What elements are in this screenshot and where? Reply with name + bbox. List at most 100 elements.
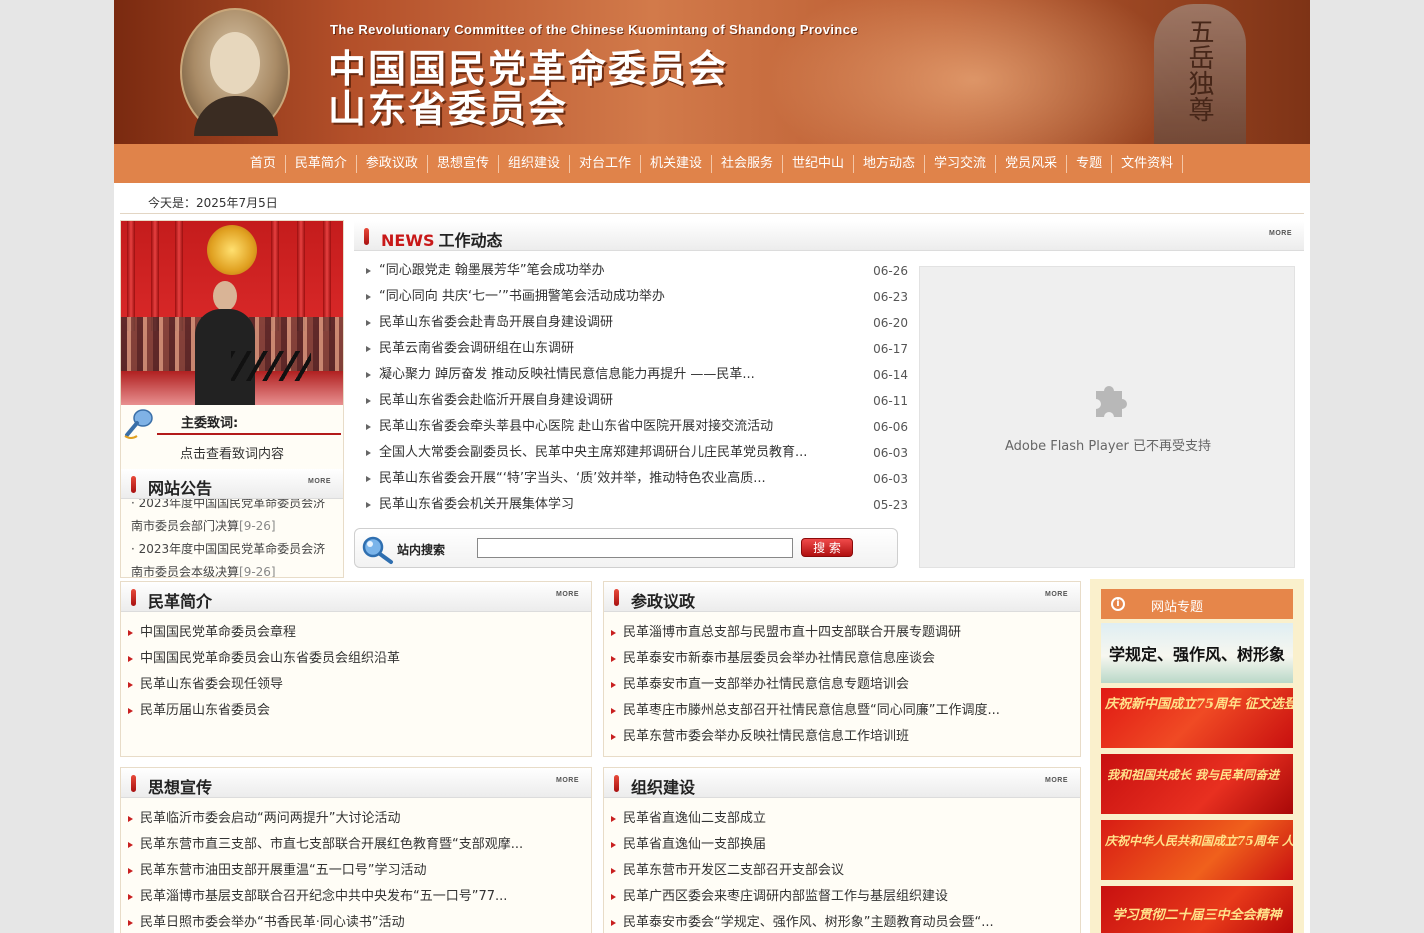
list-item[interactable]: 民革东营市开发区二支部召开支部会议	[608, 858, 1068, 884]
nav-item-org[interactable]: 组织建设	[499, 154, 570, 173]
topic-banner[interactable]: 学规定、强作风、树形象	[1101, 623, 1293, 683]
topic-banner[interactable]: 学习贯彻二十届三中全会精神	[1101, 886, 1293, 933]
site-search: 站内搜索 搜 索	[354, 528, 898, 568]
notice-more-link[interactable]: MORE	[308, 478, 331, 485]
bullet-arrow-icon	[366, 398, 371, 404]
search-button[interactable]: 搜 索	[801, 538, 853, 557]
notice-title: 网站公告	[148, 479, 213, 498]
notice-item[interactable]: · 2023年度中国国民党革命委员会济南市委员会部门决算[9-26]	[131, 499, 331, 538]
nav-item-office[interactable]: 机关建设	[641, 154, 712, 173]
chairman-speech: 主委致词:	[121, 406, 343, 442]
thought-header: 思想宣传 MORE	[121, 768, 591, 798]
intro-list: 中国国民党革命委员会章程 中国国民党革命委员会山东省委员会组织沿革 民革山东省委…	[125, 620, 585, 724]
nav-item-topics[interactable]: 专题	[1067, 154, 1113, 173]
news-item-date: 06-26	[873, 264, 908, 278]
notice-item-date: [9-26]	[239, 565, 276, 577]
speech-link[interactable]: 点击查看致词内容	[121, 443, 343, 462]
list-item[interactable]: 民革东营市直三支部、市直七支部联合开展红色教育暨“支部观摩...	[125, 832, 585, 858]
bullet-arrow-icon	[366, 450, 371, 456]
news-item[interactable]: 凝心聚力 踔厉奋发 推动反映社情民意信息能力再提升 ——民革... 06-14	[362, 362, 908, 388]
chairman-photo[interactable]	[121, 221, 343, 405]
header-marker	[614, 589, 619, 606]
news-more-link[interactable]: MORE	[1269, 230, 1292, 237]
nav-item-service[interactable]: 社会服务	[712, 154, 784, 173]
curtain-stripe	[297, 221, 305, 331]
news-item-title: “同心同向 共庆‘七一’”书画拥警笔会活动成功举办	[379, 289, 665, 304]
list-item[interactable]: 民革枣庄市滕州总支部召开社情民意信息暨“同心同廉”工作调度...	[608, 698, 1068, 724]
list-item[interactable]: 中国国民党革命委员会章程	[125, 620, 585, 646]
list-item[interactable]: 民革淄博市直总支部与民盟市直十四支部联合开展专题调研	[608, 620, 1068, 646]
list-item[interactable]: 民革省直逸仙一支部换届	[608, 832, 1068, 858]
list-item[interactable]: 民革淄博市基层支部联合召开纪念中共中央发布“五一口号”77...	[125, 884, 585, 910]
nav-item-study[interactable]: 学习交流	[925, 154, 997, 173]
list-item[interactable]: 民革广西区委会来枣庄调研内部监督工作与基层组织建设	[608, 884, 1068, 910]
politics-title: 参政议政	[631, 592, 696, 611]
topic-banner-text: 学习贯彻二十届三中全会精神	[1112, 908, 1282, 923]
news-item-title: 凝心聚力 踔厉奋发 推动反映社情民意信息能力再提升 ——民革...	[379, 367, 755, 382]
org-more-link[interactable]: MORE	[1045, 777, 1068, 784]
flash-unsupported-message: Adobe Flash Player 已不再受支持	[1004, 439, 1212, 454]
list-item[interactable]: 民革历届山东省委员会	[125, 698, 585, 724]
banner-english-title: The Revolutionary Committee of the Chine…	[330, 22, 858, 37]
topic-banner[interactable]: 庆祝新中国成立75周年 征文选登	[1101, 688, 1293, 748]
news-item-date: 05-23	[873, 498, 908, 512]
news-item-title: 民革山东省委会赴青岛开展自身建设调研	[379, 315, 614, 330]
politics-more-link[interactable]: MORE	[1045, 591, 1068, 598]
curtain-stripe	[127, 221, 135, 331]
today-date: 今天是：2025年7月5日	[148, 196, 278, 210]
list-item[interactable]: 中国国民党革命委员会山东省委员会组织沿革	[125, 646, 585, 672]
nav-item-home[interactable]: 首页	[241, 154, 286, 173]
nav-item-taiwan[interactable]: 对台工作	[570, 154, 641, 173]
news-item[interactable]: 民革山东省委会赴青岛开展自身建设调研 06-20	[362, 310, 908, 336]
notice-item-date: [9-26]	[239, 519, 276, 533]
news-item[interactable]: 民革山东省委会赴临沂开展自身建设调研 06-11	[362, 388, 908, 414]
news-item[interactable]: 民革山东省委会开展“‘特’字当头、‘质’效并举，推动特色农业高质... 06-03	[362, 466, 908, 492]
nav-item-documents[interactable]: 文件资料	[1112, 154, 1184, 173]
intro-more-link[interactable]: MORE	[556, 591, 579, 598]
news-item-date: 06-03	[873, 446, 908, 460]
header-marker	[131, 775, 136, 792]
news-item[interactable]: “同心跟党走 翰墨展芳华”笔会成功举办 06-26	[362, 258, 908, 284]
speech-underline	[157, 433, 341, 435]
search-input[interactable]	[477, 538, 793, 558]
intro-header: 民革简介 MORE	[121, 582, 591, 612]
news-item-date: 06-17	[873, 342, 908, 356]
nav-item-zhongshan[interactable]: 世纪中山	[783, 154, 855, 173]
taishan-stone: 五岳独尊	[1154, 4, 1246, 144]
list-item[interactable]: 民革山东省委会现任领导	[125, 672, 585, 698]
notice-item[interactable]: · 2023年度中国国民党革命委员会济南市委员会本级决算[9-26]	[131, 538, 331, 577]
list-item[interactable]: 民革东营市油田支部开展重温“五一口号”学习活动	[125, 858, 585, 884]
plugin-puzzle-icon	[1096, 386, 1127, 417]
curtain-stripe	[151, 221, 159, 331]
topic-banner[interactable]: 庆祝中华人民共和国成立75周年 人民政协成立75周年	[1101, 820, 1293, 880]
site-banner: The Revolutionary Committee of the Chine…	[114, 0, 1310, 144]
nav-item-politics[interactable]: 参政议政	[357, 154, 428, 173]
news-item[interactable]: 全国人大常委会副委员长、民革中央主席郑建邦调研台儿庄民革党员教育... 06-03	[362, 440, 908, 466]
notice-item-text: · 2023年度中国国民党革命委员会济南市委员会本级决算	[131, 542, 326, 577]
news-item-title: “同心跟党走 翰墨展芳华”笔会成功举办	[379, 263, 605, 278]
notice-list: · 2023年度中国国民党革命委员会济南市委员会部门决算[9-26] · 202…	[131, 499, 331, 577]
curtain-stripe	[271, 221, 279, 331]
list-item[interactable]: 民革省直逸仙二支部成立	[608, 806, 1068, 832]
news-item[interactable]: 民革山东省委会牵头莘县中心医院 赴山东省中医院开展对接交流活动 06-06	[362, 414, 908, 440]
list-item[interactable]: 民革临沂市委会启动“两问两提升”大讨论活动	[125, 806, 585, 832]
list-item[interactable]: 民革东营市委会举办反映社情民意信息工作培训班	[608, 724, 1068, 750]
news-item[interactable]: 民革山东省委会机关开展集体学习 05-23	[362, 492, 908, 518]
header-marker	[614, 775, 619, 792]
thought-more-link[interactable]: MORE	[556, 777, 579, 784]
news-title: NEWS 工作动态	[381, 227, 503, 251]
news-item[interactable]: “同心同向 共庆‘七一’”书画拥警笔会活动成功举办 06-23	[362, 284, 908, 310]
topic-banner-text: 学规定、强作风、树形象	[1108, 645, 1285, 664]
list-item[interactable]: 民革泰安市新泰市基层委员会举办社情民意信息座谈会	[608, 646, 1068, 672]
thought-panel: 思想宣传 MORE 民革临沂市委会启动“两问两提升”大讨论活动 民革东营市直三支…	[120, 767, 592, 933]
list-item[interactable]: 民革泰安市委会“学规定、强作风、树形象”主题教育动员会暨“...	[608, 910, 1068, 933]
list-item[interactable]: 民革泰安市直一支部举办社情民意信息专题培训会	[608, 672, 1068, 698]
nav-item-members[interactable]: 党员风采	[996, 154, 1068, 173]
nav-item-intro[interactable]: 民革简介	[286, 154, 357, 173]
nav-item-local[interactable]: 地方动态	[854, 154, 926, 173]
topic-banner[interactable]: 我和祖国共成长 我与民革同奋进	[1101, 754, 1293, 814]
news-item[interactable]: 民革云南省委会调研组在山东调研 06-17	[362, 336, 908, 362]
nav-item-thought[interactable]: 思想宣传	[428, 154, 499, 173]
speaker-figure	[195, 281, 255, 405]
list-item[interactable]: 民革日照市委会举办“书香民革·同心读书”活动	[125, 910, 585, 933]
